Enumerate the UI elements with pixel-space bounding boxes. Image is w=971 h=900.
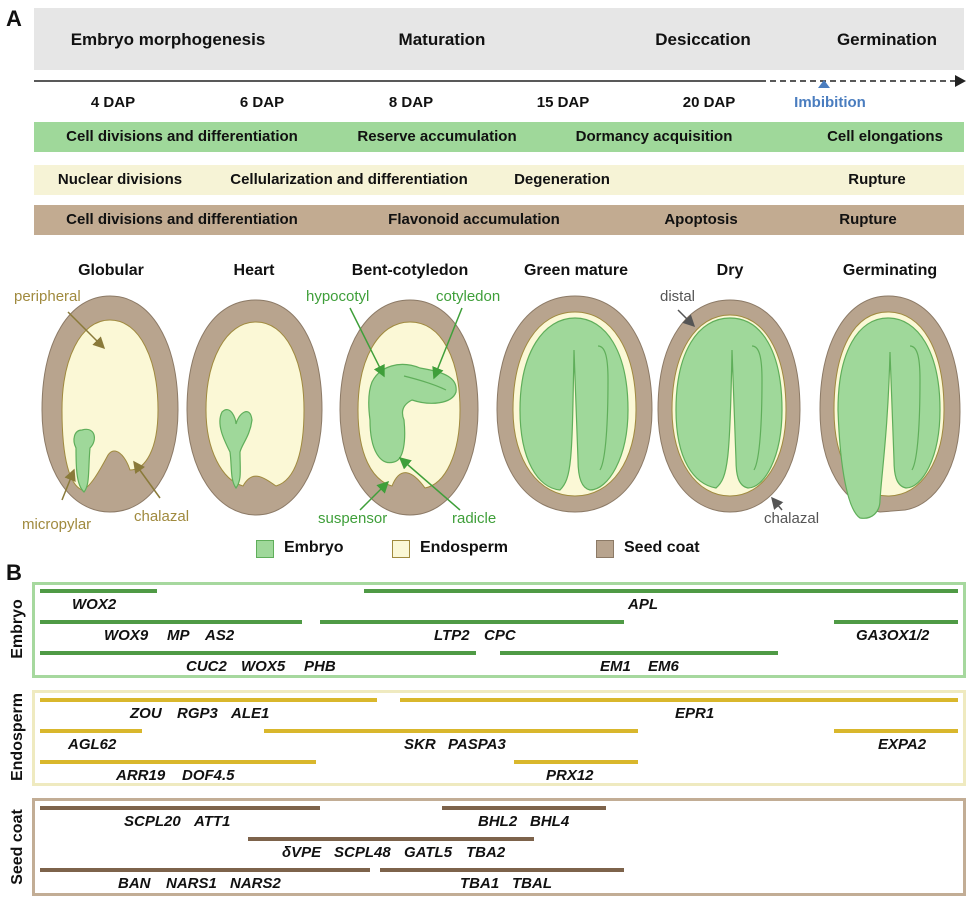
legend-seedcoat: Seed coat xyxy=(624,539,700,556)
gene-ltp2: LTP2 xyxy=(434,627,470,644)
legend-swatch-endosperm xyxy=(392,540,410,558)
gene-bhl2: BHL2 xyxy=(478,813,518,830)
line-ga3ox xyxy=(834,620,958,624)
gene-wox2: WOX2 xyxy=(72,596,117,613)
gene-tba2: TBA2 xyxy=(466,844,506,861)
gene-scpl20: SCPL20 xyxy=(124,813,181,830)
label-peripheral: peripheral xyxy=(14,288,81,305)
gene-expa2: EXPA2 xyxy=(878,736,927,753)
gene-ban: BAN xyxy=(118,875,151,892)
seed-bent-cotyledon xyxy=(339,299,479,516)
gene-skr: SKR xyxy=(404,736,436,753)
line-em1-em6 xyxy=(500,651,778,655)
legend-swatch-embryo xyxy=(256,540,274,558)
gene-tbal: TBAL xyxy=(512,875,552,892)
label-cotyledon: cotyledon xyxy=(436,288,501,305)
line-ban-nars xyxy=(40,868,370,872)
label-radicle: radicle xyxy=(452,510,497,527)
line-zou-rgp3-ale1 xyxy=(40,698,377,702)
gene-arr19: ARR19 xyxy=(116,767,166,784)
line-epr1 xyxy=(400,698,958,702)
gene-dof45: DOF4.5 xyxy=(182,767,235,784)
gene-ale1: ALE1 xyxy=(231,705,270,722)
seed-heart xyxy=(186,299,323,516)
seed-globular xyxy=(41,295,179,513)
line-scpl20-att1 xyxy=(40,806,320,810)
group-embryo-label: Embryo xyxy=(9,599,26,659)
label-distal: distal xyxy=(660,288,696,305)
gene-paspa3: PASPA3 xyxy=(448,736,506,753)
line-tba1-tbal xyxy=(380,868,624,872)
gene-att1: ATT1 xyxy=(194,813,231,830)
gene-bhl4: BHL4 xyxy=(530,813,570,830)
gene-rgp3: RGP3 xyxy=(177,705,218,722)
line-apl xyxy=(364,589,958,593)
gene-cpc: CPC xyxy=(484,627,516,644)
line-bhl2-bhl4 xyxy=(442,806,606,810)
legend-embryo: Embryo xyxy=(284,539,344,556)
gene-scpl48: SCPL48 xyxy=(334,844,391,861)
line-prx12 xyxy=(514,760,638,764)
arrow-chalazal-dry xyxy=(771,496,784,511)
line-arr19-dof45 xyxy=(40,760,316,764)
gene-prx12: PRX12 xyxy=(546,767,594,784)
label-chalazal-dry: chalazal xyxy=(764,510,820,527)
gene-dvpe: δVPE xyxy=(282,844,322,861)
gene-epr1: EPR1 xyxy=(675,705,715,722)
label-hypocotyl: hypocotyl xyxy=(306,288,370,305)
gene-nars1: NARS1 xyxy=(166,875,217,892)
label-micropylar: micropylar xyxy=(22,516,92,533)
label-suspensor: suspensor xyxy=(318,510,388,527)
group-seedcoat-label: Seed coat xyxy=(9,809,26,885)
line-wox2 xyxy=(40,589,157,593)
gene-nars2: NARS2 xyxy=(230,875,281,892)
gene-cuc2: CUC2 xyxy=(186,658,227,675)
group-endosperm-label: Endosperm xyxy=(9,693,26,782)
gene-mp: MP xyxy=(167,627,190,644)
gene-agl62: AGL62 xyxy=(68,736,117,753)
line-cuc2-wox5-phb xyxy=(40,651,476,655)
gene-wox5: WOX5 xyxy=(241,658,286,675)
gene-apl: APL xyxy=(628,596,658,613)
line-agl62 xyxy=(40,729,142,733)
seed-dry xyxy=(657,299,801,513)
gene-zou: ZOU xyxy=(130,705,162,722)
gene-em1: EM1 xyxy=(600,658,631,675)
gene-tba1: TBA1 xyxy=(460,875,500,892)
label-chalazal: chalazal xyxy=(134,508,190,525)
gene-ga3ox: GA3OX1/2 xyxy=(856,627,930,644)
seed-germinating xyxy=(819,295,961,519)
line-wox9-mp-as2 xyxy=(40,620,302,624)
legend-swatch-seedcoat xyxy=(596,540,614,558)
gene-as2: AS2 xyxy=(205,627,235,644)
panel-b-letter: B xyxy=(6,560,22,585)
line-expa2 xyxy=(834,729,958,733)
line-ltp2-cpc xyxy=(320,620,624,624)
gene-gatl5: GATL5 xyxy=(404,844,453,861)
line-skr-paspa3 xyxy=(264,729,638,733)
line-dvpe-scpl48-gatl5-tba2 xyxy=(248,837,534,841)
gene-em6: EM6 xyxy=(648,658,679,675)
seed-green-mature xyxy=(496,295,653,513)
gene-phb: PHB xyxy=(304,658,336,675)
legend-endosperm: Endosperm xyxy=(420,539,509,556)
gene-wox9: WOX9 xyxy=(104,627,149,644)
